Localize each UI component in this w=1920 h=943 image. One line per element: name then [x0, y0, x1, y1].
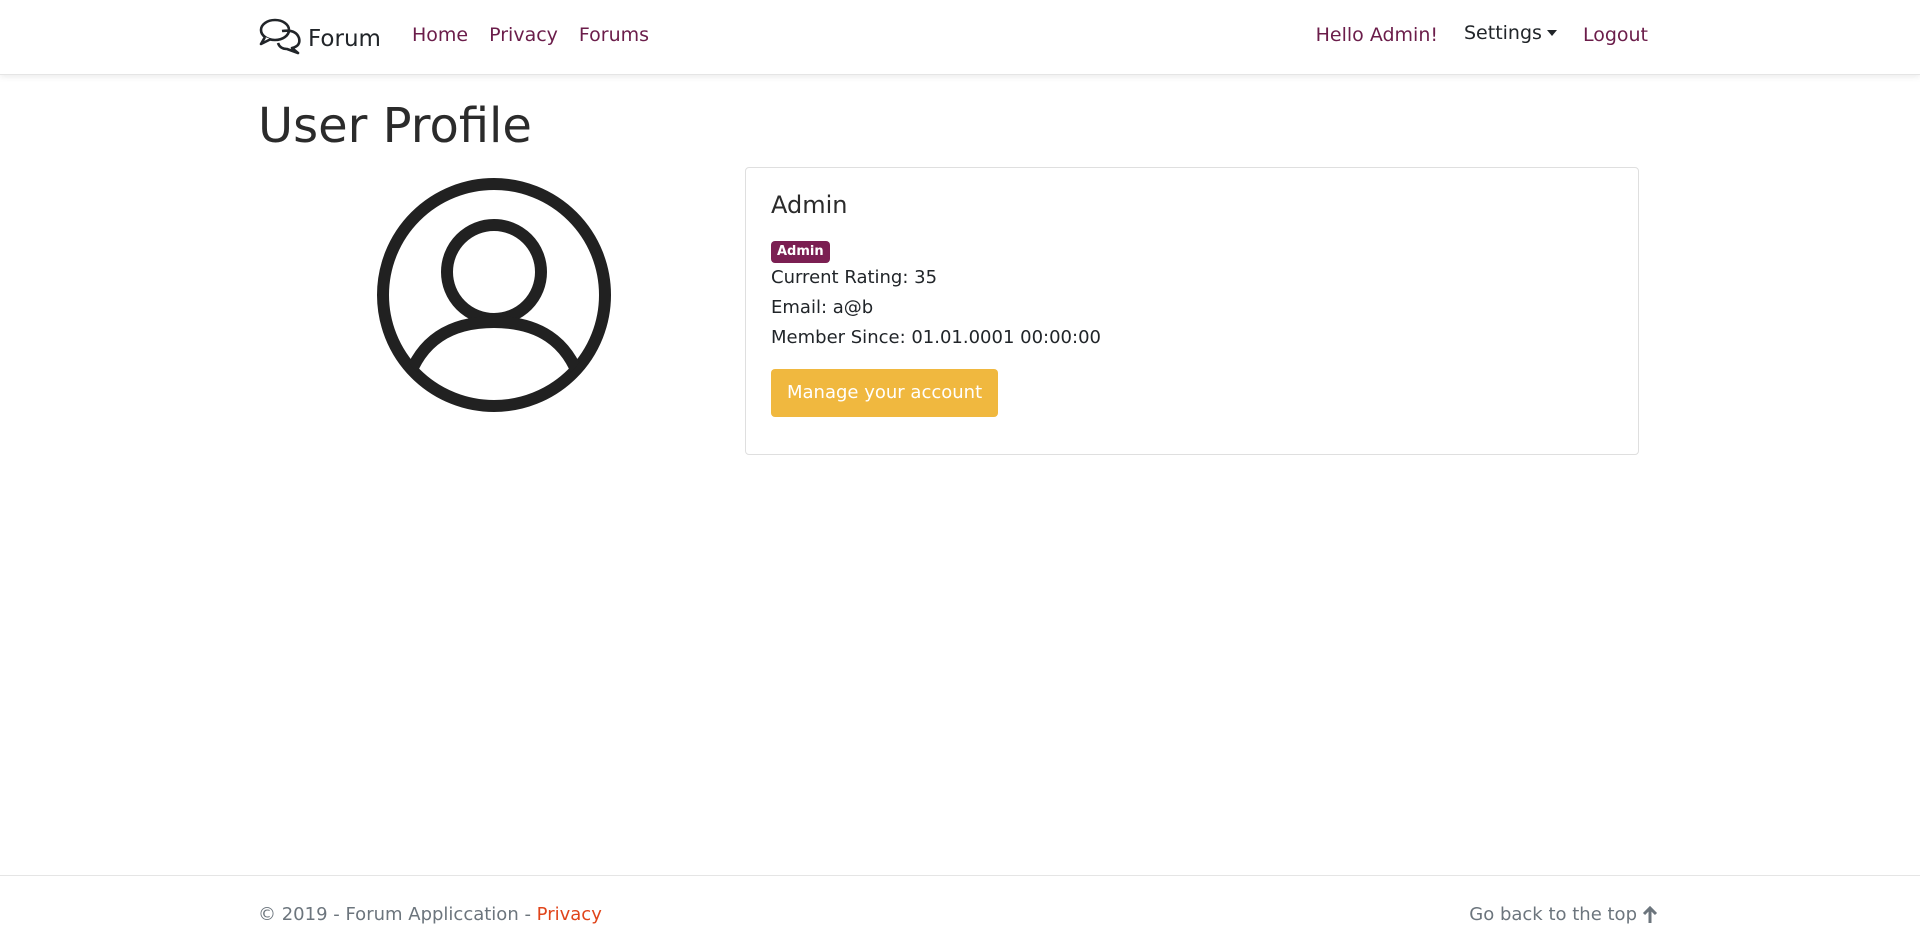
user-nav: Hello Admin! Settings Logout	[1290, 22, 1648, 46]
profile-name: Admin	[771, 191, 848, 219]
current-rating: Current Rating: 35	[771, 267, 938, 288]
arrow-up-icon	[1642, 905, 1658, 923]
avatar	[375, 176, 613, 414]
profile-card: Admin Admin Current Rating: 35 Email: a@…	[745, 167, 1639, 455]
caret-down-icon	[1546, 30, 1557, 36]
greeting-link[interactable]: Hello Admin!	[1316, 24, 1438, 46]
top-navbar: Forum Home Privacy Forums Hello Admin! S…	[0, 0, 1920, 75]
chat-bubbles-icon	[259, 18, 301, 55]
nav-link-forums[interactable]: Forums	[579, 24, 649, 46]
nav-link-home[interactable]: Home	[412, 24, 468, 46]
back-to-top-link[interactable]: Go back to the top	[1469, 904, 1658, 925]
user-circle-icon	[377, 178, 611, 412]
settings-dropdown[interactable]: Settings	[1464, 22, 1557, 44]
footer-privacy-link[interactable]: Privacy	[537, 904, 602, 925]
footer: © 2019 - Forum Appliccation - Privacy Go…	[0, 875, 1920, 943]
back-to-top-label: Go back to the top	[1469, 904, 1637, 925]
primary-nav: Home Privacy Forums	[412, 24, 670, 46]
nav-link-privacy[interactable]: Privacy	[489, 24, 558, 46]
manage-account-button[interactable]: Manage your account	[771, 369, 999, 417]
page-title: User Profile	[258, 98, 532, 154]
email-text: Email: a@b	[771, 297, 874, 318]
logout-link[interactable]: Logout	[1583, 24, 1648, 46]
settings-label: Settings	[1464, 22, 1542, 44]
member-since: Member Since: 01.01.0001 00:00:00	[771, 327, 1101, 348]
footer-copyright: © 2019 - Forum Appliccation - Privacy	[258, 904, 602, 925]
role-badge: Admin	[771, 241, 830, 263]
brand-link[interactable]: Forum	[258, 14, 381, 58]
copyright-text: © 2019 - Forum Appliccation -	[258, 904, 537, 925]
brand-text: Forum	[308, 26, 381, 52]
